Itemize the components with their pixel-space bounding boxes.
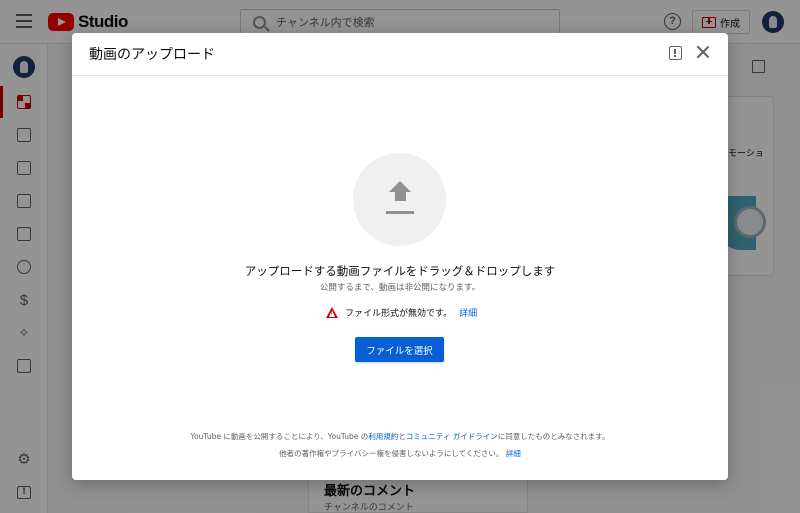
dialog-title: 動画のアップロード bbox=[89, 47, 215, 63]
feedback-icon[interactable] bbox=[669, 46, 682, 60]
upload-drop-target[interactable] bbox=[353, 153, 446, 246]
terms-of-service-link[interactable]: 利用規約 bbox=[368, 432, 398, 441]
legal-text-line1: YouTube に動画を公開することにより、YouTube の利用規約とコミュニ… bbox=[72, 431, 728, 442]
drop-instructions: アップロードする動画ファイルをドラッグ＆ドロップします bbox=[244, 264, 556, 278]
copyright-details-link[interactable]: 詳細 bbox=[506, 449, 521, 458]
community-guidelines-link[interactable]: コミュニティ ガイドライン bbox=[406, 432, 498, 441]
legal-prefix: YouTube に動画を公開することにより、YouTube の bbox=[190, 432, 369, 441]
upload-video-dialog: 動画のアップロード アップロードする動画ファイルをドラッグ＆ドロップします 公開… bbox=[72, 33, 728, 480]
error-details-link[interactable]: 詳細 bbox=[459, 306, 477, 319]
privacy-note: 公開するまで、動画は非公開になります。 bbox=[319, 283, 481, 293]
error-message: ファイル形式が無効です。 bbox=[345, 309, 453, 319]
legal-suffix: に同意したものとみなされます。 bbox=[497, 432, 610, 441]
dialog-header: 動画のアップロード bbox=[72, 33, 728, 76]
legal-and: と bbox=[398, 432, 406, 441]
close-icon[interactable] bbox=[696, 45, 710, 59]
select-files-button[interactable]: ファイルを選択 bbox=[355, 337, 444, 362]
legal-text-line2: 他者の著作権やプライバシー権を侵害しないようにしてください。 詳細 bbox=[72, 448, 728, 459]
invalid-file-error: ファイル形式が無効です。 詳細 bbox=[326, 306, 477, 319]
upload-icon bbox=[385, 181, 415, 217]
warning-icon bbox=[326, 307, 338, 318]
copyright-notice: 他者の著作権やプライバシー権を侵害しないようにしてください。 bbox=[279, 449, 504, 458]
